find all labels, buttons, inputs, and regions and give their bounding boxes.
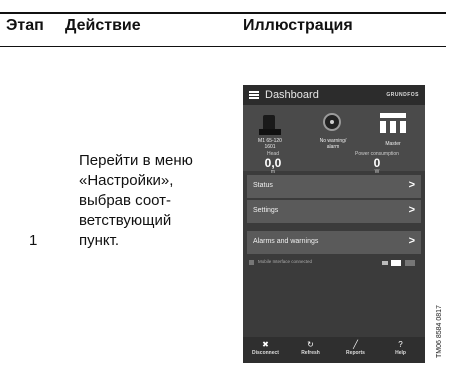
phone-screenshot: Dashboard GRUNDFOS M1 65-120 1601 No warn… bbox=[243, 85, 425, 363]
footer-label: Help bbox=[395, 350, 406, 356]
action-line: «Настройки», bbox=[79, 172, 174, 189]
connection-status: Mobile Interface connected bbox=[247, 258, 421, 268]
table-top-rule bbox=[0, 12, 446, 14]
reports-button[interactable]: ╱ Reports bbox=[333, 340, 378, 356]
action-line: выбрав соот- bbox=[79, 192, 172, 209]
connection-text: Mobile Interface connected bbox=[258, 259, 313, 264]
action-text: Перейти в меню «Настройки», выбрав соот-… bbox=[79, 151, 229, 251]
power-value: 0 bbox=[373, 156, 381, 170]
help-button[interactable]: ? Help bbox=[378, 340, 423, 356]
header-action: Действие bbox=[65, 17, 141, 34]
app-footer: ✖ Disconnect ↻ Refresh ╱ Reports ? Help bbox=[243, 337, 425, 363]
pump-icon bbox=[259, 113, 281, 135]
menu-item-settings[interactable]: Settings > bbox=[247, 200, 421, 223]
footer-label: Reports bbox=[346, 350, 365, 356]
instruction-table: Этап Действие Иллюстрация 1 Перейти в ме… bbox=[0, 0, 453, 368]
head-value: 0,0 bbox=[264, 156, 282, 170]
reports-icon: ╱ bbox=[353, 340, 358, 349]
master-label: Master bbox=[385, 141, 401, 147]
menu-icon[interactable] bbox=[249, 91, 259, 99]
disconnect-icon: ✖ bbox=[262, 340, 269, 349]
chevron-right-icon: > bbox=[408, 179, 415, 191]
chevron-right-icon: > bbox=[408, 235, 415, 247]
menu-item-label: Alarms and warnings bbox=[253, 238, 319, 245]
device-icon bbox=[405, 260, 415, 266]
pump-label: M1 65-120 1601 bbox=[258, 138, 282, 150]
menu-item-label: Settings bbox=[253, 207, 279, 214]
battery-icon bbox=[391, 260, 401, 266]
table-header-rule bbox=[0, 46, 446, 47]
master-icon bbox=[380, 113, 406, 133]
warning-label: No warning/alarm bbox=[319, 138, 347, 150]
status-panel: M1 65-120 1601 No warning/alarm Master He… bbox=[243, 105, 425, 175]
menu-item-alarms[interactable]: Alarms and warnings > bbox=[247, 231, 421, 254]
header-step: Этап bbox=[6, 17, 44, 34]
warning-status-icon bbox=[323, 113, 341, 131]
chevron-right-icon: > bbox=[408, 204, 415, 216]
action-line: пункт. bbox=[79, 232, 120, 249]
disconnect-button[interactable]: ✖ Disconnect bbox=[243, 340, 288, 356]
footer-label: Refresh bbox=[301, 350, 320, 356]
action-line: ветствующий bbox=[79, 212, 172, 229]
refresh-button[interactable]: ↻ Refresh bbox=[288, 340, 333, 356]
menu-item-label: Status bbox=[253, 182, 273, 189]
app-title: Dashboard bbox=[265, 89, 319, 101]
header-illustration: Иллюстрация bbox=[243, 17, 353, 34]
help-icon: ? bbox=[398, 340, 403, 349]
action-line: Перейти в меню bbox=[79, 152, 193, 169]
connection-icon bbox=[249, 260, 254, 265]
refresh-icon: ↻ bbox=[307, 340, 314, 349]
app-top-bar: Dashboard GRUNDFOS bbox=[243, 85, 425, 105]
brand-logo: GRUNDFOS bbox=[386, 92, 419, 98]
figure-code: TM06 8584 0817 bbox=[436, 305, 443, 358]
menu-item-status[interactable]: Status > bbox=[247, 175, 421, 198]
step-number: 1 bbox=[29, 232, 38, 249]
footer-label: Disconnect bbox=[252, 350, 279, 356]
signal-icon bbox=[382, 261, 388, 265]
